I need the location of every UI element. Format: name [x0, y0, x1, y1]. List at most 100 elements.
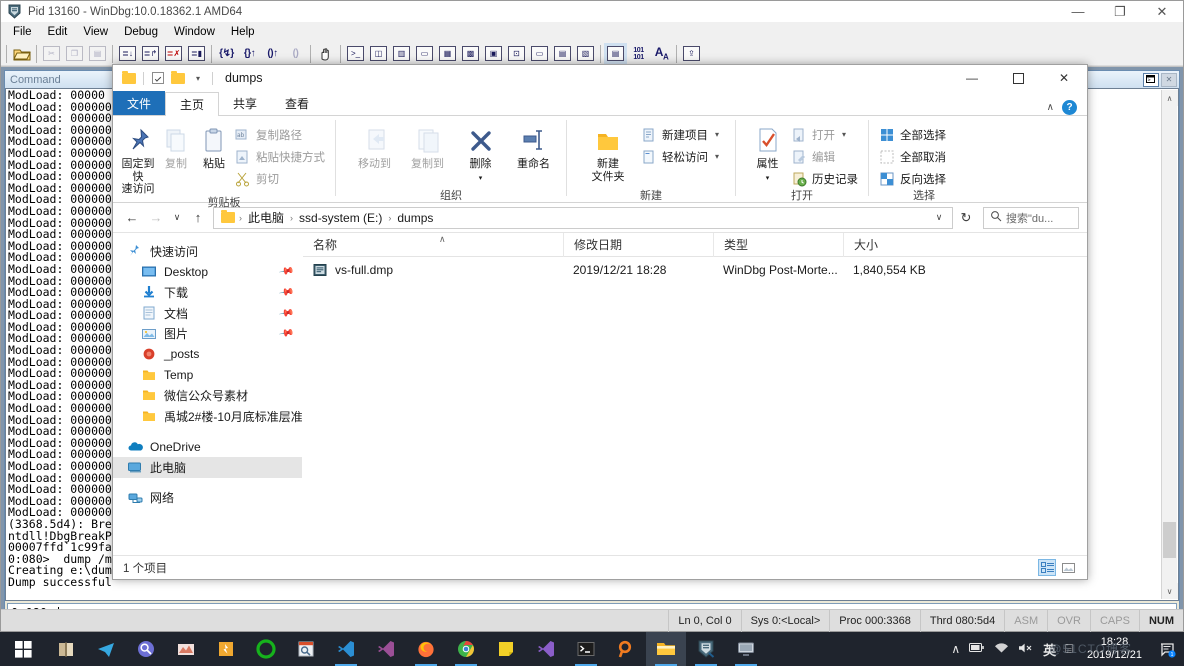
sidebar-item-yucheng-project[interactable]: 禹城2#楼-10月底标准层准确核 [113, 406, 302, 427]
open-source-icon[interactable]: ▧ [574, 43, 597, 65]
vscode-icon[interactable] [326, 632, 366, 666]
search-orange-icon[interactable] [606, 632, 646, 666]
column-header-size[interactable]: 大小 [843, 233, 963, 257]
windbg-minimize-button[interactable]: — [1057, 1, 1099, 22]
pin-icon[interactable]: 📌 [278, 305, 295, 321]
vs-preview-icon[interactable] [526, 632, 566, 666]
volume-muted-icon[interactable] [1018, 642, 1034, 657]
sidebar-item-quick-access[interactable]: 快速访问 [113, 241, 302, 262]
wifi-icon[interactable] [994, 642, 1009, 657]
ribbon-history[interactable]: 历史记录 [789, 169, 862, 188]
ribbon-edit[interactable]: 编辑 [789, 147, 862, 166]
ribbon-copy-button[interactable]: 复制 [157, 120, 195, 171]
command-window-restore-button[interactable]: >_ [1143, 72, 1159, 87]
sidebar-item-downloads[interactable]: 下载 📌 [113, 282, 302, 303]
sidebar-item-wechat-material[interactable]: 微信公众号素材 [113, 385, 302, 406]
notes-icon[interactable]: ▤ [604, 42, 627, 65]
scroll-up-icon[interactable]: ∧ [1161, 90, 1178, 106]
visual-studio-icon[interactable] [366, 632, 406, 666]
pin-icon[interactable]: 📌 [278, 326, 295, 342]
breadcrumb-this-pc[interactable]: 此电脑 [245, 209, 287, 226]
ribbon-pin-to-quick-access[interactable]: 固定到快 速访问 [119, 120, 157, 196]
collapse-ribbon-icon[interactable]: ∧ [1047, 102, 1054, 113]
ribbon-paste-button[interactable]: 粘贴 [195, 120, 233, 171]
breakpoint-next-icon[interactable]: {}↑ [238, 43, 261, 65]
breakpoint-prev-icon[interactable]: ()↑ [261, 43, 284, 65]
store-icon[interactable] [46, 632, 86, 666]
explorer-maximize-button[interactable] [995, 65, 1041, 91]
command-scrollbar[interactable]: ∧ ∨ [1161, 90, 1178, 599]
chevron-down-icon[interactable]: ▾ [715, 130, 719, 139]
help-icon[interactable]: ? [1062, 100, 1077, 115]
chevron-down-icon[interactable]: ▾ [190, 70, 206, 86]
table-row[interactable]: vs-full.dmp 2019/12/21 18:28 WinDbg Post… [303, 257, 1087, 283]
chrome-icon[interactable] [446, 632, 486, 666]
scroll-down-icon[interactable]: ∨ [1161, 583, 1178, 599]
chevron-down-icon[interactable]: ▾ [842, 130, 846, 139]
ribbon-move-to[interactable]: 移动到 [348, 120, 401, 171]
sidebar-item-desktop[interactable]: Desktop 📌 [113, 262, 302, 283]
memory-window-icon[interactable]: ▦ [436, 43, 459, 65]
source-window-icon[interactable]: ▤ [551, 43, 574, 65]
menu-view[interactable]: View [75, 24, 116, 40]
chevron-up-icon[interactable]: ∧ [951, 642, 960, 656]
sidebar-item-network[interactable]: 网络 [113, 488, 302, 509]
tab-file[interactable]: 文件 [113, 91, 166, 115]
disassembly-window-icon[interactable]: ▣ [482, 43, 505, 65]
ribbon-easy-access[interactable]: 轻松访问 ▾ [639, 147, 723, 166]
everything-icon[interactable] [206, 632, 246, 666]
file-explorer-icon[interactable] [646, 632, 686, 666]
menu-help[interactable]: Help [223, 24, 263, 40]
ribbon-rename[interactable]: 重命名 [507, 120, 560, 171]
sidebar-item-posts[interactable]: _posts [113, 344, 302, 365]
ribbon-new-item[interactable]: 新建项目 ▾ [639, 125, 723, 144]
ribbon-open[interactable]: 打开 ▾ [789, 125, 862, 144]
xshell-icon[interactable] [246, 632, 286, 666]
notification-center-icon[interactable]: 1 [1156, 638, 1178, 660]
locals-window-icon[interactable]: ▥ [390, 43, 413, 65]
sidebar-item-pictures[interactable]: 图片 📌 [113, 323, 302, 344]
menu-file[interactable]: File [5, 24, 40, 40]
break-hand-icon[interactable] [314, 43, 337, 65]
processes-window-icon[interactable]: ▭ [528, 43, 551, 65]
numbers-icon[interactable]: 101 101 [627, 43, 650, 65]
menu-debug[interactable]: Debug [116, 24, 166, 40]
breadcrumb-drive[interactable]: ssd-system (E:) [296, 211, 385, 225]
command-window-close-button[interactable]: ✕ [1161, 72, 1177, 87]
dictionary-icon[interactable] [286, 632, 326, 666]
menu-edit[interactable]: Edit [40, 24, 76, 40]
chart-app-icon[interactable] [166, 632, 206, 666]
pin-icon[interactable]: 📌 [278, 264, 295, 280]
sidebar-item-documents[interactable]: 文档 📌 [113, 303, 302, 324]
callstack-window-icon[interactable]: ▩ [459, 43, 482, 65]
ribbon-select-none[interactable]: 全部取消 [877, 147, 950, 166]
explorer-minimize-button[interactable]: — [949, 65, 995, 91]
new-folder-icon[interactable] [170, 70, 186, 86]
menu-window[interactable]: Window [166, 24, 223, 40]
scratchpad-icon[interactable]: ⊡ [505, 43, 528, 65]
search-input[interactable]: 搜索"du... [983, 206, 1079, 229]
ribbon-delete[interactable]: 删除 ▾ [454, 120, 507, 185]
tab-share[interactable]: 共享 [219, 91, 271, 115]
column-header-modified[interactable]: 修改日期 [563, 233, 713, 257]
step-over-icon[interactable]: ≣↱ [139, 43, 162, 65]
large-icons-view-icon[interactable] [1059, 559, 1077, 576]
breadcrumb-dumps[interactable]: dumps [394, 211, 436, 225]
windbg-maximize-button[interactable]: ❐ [1099, 1, 1141, 22]
file-name-cell[interactable]: vs-full.dmp [303, 263, 563, 278]
ribbon-new-folder[interactable]: 新建 文件夹 [577, 120, 639, 183]
address-dropdown-icon[interactable]: ∨ [930, 208, 948, 228]
chevron-down-icon[interactable]: ▾ [715, 152, 719, 161]
font-size-icon[interactable]: AA [650, 43, 673, 65]
folder-icon[interactable] [121, 70, 137, 86]
stop-debugging-icon[interactable]: ≣✗ [162, 43, 185, 65]
remote-desktop-icon[interactable] [726, 632, 766, 666]
pin-icon[interactable]: 📌 [278, 284, 295, 300]
windbg-close-button[interactable]: ✕ [1141, 1, 1183, 22]
refresh-button[interactable]: ↻ [955, 207, 977, 229]
breakpoint-set-icon[interactable]: {↯} [215, 43, 238, 65]
tab-view[interactable]: 查看 [271, 91, 323, 115]
column-header-type[interactable]: 类型 [713, 233, 843, 257]
scrollbar-thumb[interactable] [1163, 522, 1176, 558]
firefox-icon[interactable] [406, 632, 446, 666]
